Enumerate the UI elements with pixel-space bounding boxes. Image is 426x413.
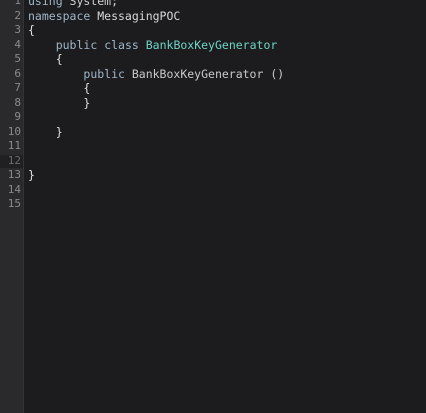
code-token: System; — [62, 0, 119, 8]
line-number: 15 — [7, 197, 21, 210]
code-line[interactable]: 10 } — [0, 125, 426, 140]
code-line[interactable]: 15 — [0, 197, 426, 212]
code-text[interactable]: namespace MessagingPOC — [28, 9, 180, 24]
code-text[interactable]: public class BankBoxKeyGenerator — [28, 37, 278, 53]
line-number: 10 — [7, 124, 21, 138]
code-token: public — [55, 37, 98, 52]
line-number: 11 — [7, 139, 21, 152]
code-token: MessagingPOC — [90, 8, 181, 23]
code-token: { — [83, 81, 91, 95]
line-number: 6 — [14, 66, 21, 80]
code-line[interactable]: 1 using System; — [0, 0, 426, 9]
code-token: } — [28, 168, 35, 182]
code-text[interactable]: } — [28, 96, 90, 111]
line-number: 9 — [14, 110, 21, 123]
code-editor[interactable]: 1 using System; 2 namespace MessagingPOC 3{4… — [0, 0, 426, 413]
code-line[interactable]: 3{ — [0, 23, 426, 38]
code-line[interactable]: 11 — [0, 139, 426, 154]
code-lines[interactable]: 1 using System; 2 namespace MessagingPOC 3{4… — [0, 0, 426, 212]
code-text[interactable]: } — [28, 125, 63, 140]
code-line[interactable]: 9 — [0, 110, 426, 125]
code-line[interactable]: 12 — [0, 154, 426, 169]
line-number: 12 — [7, 153, 21, 167]
code-token: } — [83, 95, 91, 110]
code-text[interactable]: using System; — [28, 0, 118, 9]
code-token: public — [83, 66, 125, 81]
code-text[interactable]: { — [28, 23, 35, 38]
code-token: { — [55, 52, 63, 66]
code-text[interactable]: } — [28, 168, 35, 183]
line-number: 4 — [14, 37, 21, 51]
code-text[interactable]: { — [28, 52, 63, 67]
code-line[interactable]: 2 namespace MessagingPOC — [0, 9, 426, 24]
line-number: 13 — [7, 168, 21, 181]
code-line[interactable]: 4 public class BankBoxKeyGenerator — [0, 38, 426, 53]
code-token: } — [55, 124, 63, 139]
line-number: 3 — [14, 23, 21, 36]
code-token: namespace — [28, 8, 91, 23]
code-text[interactable]: { — [28, 81, 90, 96]
code-token: class — [104, 37, 139, 52]
code-line[interactable]: 5 { — [0, 52, 426, 67]
code-token: BankBoxKeyGenerator — [145, 37, 278, 52]
code-token: BankBoxKeyGenerator () — [124, 66, 285, 81]
line-number: 1 — [14, 0, 21, 7]
code-line[interactable]: 6 public BankBoxKeyGenerator () — [0, 67, 426, 82]
code-line[interactable]: 8 } — [0, 96, 426, 111]
line-number: 8 — [14, 95, 21, 109]
code-token: using — [28, 0, 63, 8]
line-number: 5 — [14, 52, 21, 65]
code-token: { — [28, 23, 35, 37]
code-line[interactable]: 14 — [0, 183, 426, 198]
code-text[interactable]: public BankBoxKeyGenerator () — [28, 67, 284, 82]
line-number: 2 — [14, 8, 21, 22]
line-number: 7 — [14, 81, 21, 94]
line-number: 14 — [7, 182, 21, 196]
code-line[interactable]: 13} — [0, 168, 426, 183]
code-line[interactable]: 7 { — [0, 81, 426, 96]
